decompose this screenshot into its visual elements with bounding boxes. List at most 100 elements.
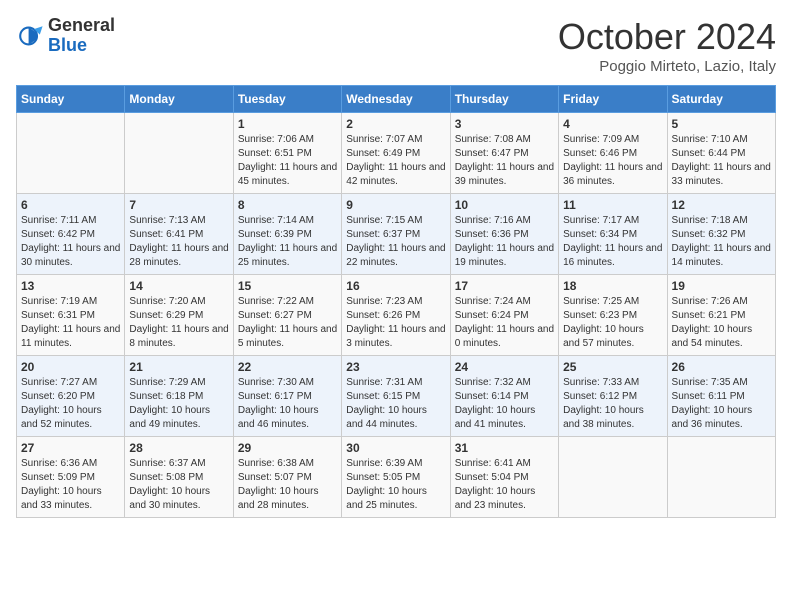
calendar-cell: 29 Sunrise: 6:38 AMSunset: 5:07 PMDayligh… [233,437,341,518]
day-info: Sunrise: 7:31 AMSunset: 6:15 PMDaylight:… [346,376,445,432]
day-info: Sunrise: 7:16 AMSunset: 6:36 PMDaylight:… [455,214,554,270]
day-number: 18 [563,279,662,293]
weekday-header: Monday [125,86,233,113]
day-info: Sunrise: 7:06 AMSunset: 6:51 PMDaylight:… [238,133,337,189]
calendar-header-row: SundayMondayTuesdayWednesdayThursdayFrid… [17,86,776,113]
calendar-cell: 1 Sunrise: 7:06 AMSunset: 6:51 PMDaylight… [233,113,341,194]
weekday-header: Wednesday [342,86,450,113]
calendar-cell: 28 Sunrise: 6:37 AMSunset: 5:08 PMDayligh… [125,437,233,518]
calendar-cell: 24 Sunrise: 7:32 AMSunset: 6:14 PMDayligh… [450,356,558,437]
day-number: 31 [455,441,554,455]
calendar-week-row: 27Sunrise: 6:36 AMSunset: 5:09 PMDayligh… [17,437,776,518]
day-info: Sunrise: 7:33 AMSunset: 6:12 PMDaylight:… [563,376,662,432]
logo: General Blue [16,16,115,56]
calendar-cell: 15 Sunrise: 7:22 AMSunset: 6:27 PMDayligh… [233,275,341,356]
day-number: 11 [563,198,662,212]
calendar-cell: 4 Sunrise: 7:09 AMSunset: 6:46 PMDaylight… [559,113,667,194]
day-number: 19 [672,279,771,293]
day-info: Sunrise: 6:37 AMSunset: 5:08 PMDaylight:… [129,457,228,513]
calendar-cell: 3 Sunrise: 7:08 AMSunset: 6:47 PMDaylight… [450,113,558,194]
page-header: General Blue October 2024 Poggio Mirteto… [16,16,776,75]
day-info: Sunrise: 6:38 AMSunset: 5:07 PMDaylight:… [238,457,337,513]
day-info: Sunrise: 7:18 AMSunset: 6:32 PMDaylight:… [672,214,771,270]
calendar-cell [667,437,775,518]
day-info: Sunrise: 7:26 AMSunset: 6:21 PMDaylight:… [672,295,771,351]
day-number: 26 [672,360,771,374]
calendar-cell: 2Sunrise: 7:07 AMSunset: 6:49 PMDaylight… [342,113,450,194]
day-number: 6 [21,198,120,212]
day-number: 8 [238,198,337,212]
day-info: Sunrise: 7:11 AMSunset: 6:42 PMDaylight:… [21,214,120,270]
day-number: 3 [455,117,554,131]
day-info: Sunrise: 7:23 AMSunset: 6:26 PMDaylight:… [346,295,445,351]
day-info: Sunrise: 7:27 AMSunset: 6:20 PMDaylight:… [21,376,120,432]
calendar-cell: 6 Sunrise: 7:11 AMSunset: 6:42 PMDaylight… [17,194,125,275]
calendar-week-row: 20 Sunrise: 7:27 AMSunset: 6:20 PMDayligh… [17,356,776,437]
calendar-cell: 13 Sunrise: 7:19 AMSunset: 6:31 PMDayligh… [17,275,125,356]
day-number: 15 [238,279,337,293]
calendar-cell: 17Sunrise: 7:24 AMSunset: 6:24 PMDayligh… [450,275,558,356]
calendar-week-row: 6 Sunrise: 7:11 AMSunset: 6:42 PMDaylight… [17,194,776,275]
calendar-cell: 9 Sunrise: 7:15 AMSunset: 6:37 PMDaylight… [342,194,450,275]
day-number: 14 [129,279,228,293]
day-number: 27 [21,441,120,455]
day-info: Sunrise: 7:32 AMSunset: 6:14 PMDaylight:… [455,376,554,432]
calendar-cell: 11 Sunrise: 7:17 AMSunset: 6:34 PMDayligh… [559,194,667,275]
day-number: 23 [346,360,445,374]
weekday-header: Saturday [667,86,775,113]
day-info: Sunrise: 7:22 AMSunset: 6:27 PMDaylight:… [238,295,337,351]
calendar-cell: 27Sunrise: 6:36 AMSunset: 5:09 PMDayligh… [17,437,125,518]
calendar-cell: 26 Sunrise: 7:35 AMSunset: 6:11 PMDayligh… [667,356,775,437]
calendar-cell: 30Sunrise: 6:39 AMSunset: 5:05 PMDayligh… [342,437,450,518]
calendar-cell: 12 Sunrise: 7:18 AMSunset: 6:32 PMDayligh… [667,194,775,275]
day-info: Sunrise: 7:35 AMSunset: 6:11 PMDaylight:… [672,376,771,432]
day-number: 16 [346,279,445,293]
day-info: Sunrise: 7:17 AMSunset: 6:34 PMDaylight:… [563,214,662,270]
calendar-cell [17,113,125,194]
day-number: 25 [563,360,662,374]
day-info: Sunrise: 7:30 AMSunset: 6:17 PMDaylight:… [238,376,337,432]
day-number: 21 [129,360,228,374]
day-number: 24 [455,360,554,374]
day-info: Sunrise: 7:08 AMSunset: 6:47 PMDaylight:… [455,133,554,189]
day-info: Sunrise: 7:13 AMSunset: 6:41 PMDaylight:… [129,214,228,270]
day-number: 29 [238,441,337,455]
calendar-cell: 20 Sunrise: 7:27 AMSunset: 6:20 PMDayligh… [17,356,125,437]
weekday-header: Thursday [450,86,558,113]
calendar-week-row: 1 Sunrise: 7:06 AMSunset: 6:51 PMDaylight… [17,113,776,194]
calendar-cell: 10 Sunrise: 7:16 AMSunset: 6:36 PMDayligh… [450,194,558,275]
day-number: 22 [238,360,337,374]
day-info: Sunrise: 7:29 AMSunset: 6:18 PMDaylight:… [129,376,228,432]
calendar-table: SundayMondayTuesdayWednesdayThursdayFrid… [16,85,776,518]
day-number: 5 [672,117,771,131]
calendar-cell: 23 Sunrise: 7:31 AMSunset: 6:15 PMDayligh… [342,356,450,437]
day-number: 13 [21,279,120,293]
day-number: 2 [346,117,445,131]
calendar-cell: 5 Sunrise: 7:10 AMSunset: 6:44 PMDaylight… [667,113,775,194]
calendar-cell: 16 Sunrise: 7:23 AMSunset: 6:26 PMDayligh… [342,275,450,356]
month-title: October 2024 [558,16,776,58]
day-number: 12 [672,198,771,212]
weekday-header: Friday [559,86,667,113]
calendar-cell: 21 Sunrise: 7:29 AMSunset: 6:18 PMDayligh… [125,356,233,437]
day-info: Sunrise: 6:39 AMSunset: 5:05 PMDaylight:… [346,457,445,513]
day-number: 28 [129,441,228,455]
day-number: 1 [238,117,337,131]
day-info: Sunrise: 7:19 AMSunset: 6:31 PMDaylight:… [21,295,120,351]
day-info: Sunrise: 7:10 AMSunset: 6:44 PMDaylight:… [672,133,771,189]
day-number: 20 [21,360,120,374]
location-subtitle: Poggio Mirteto, Lazio, Italy [558,58,776,75]
logo-text: General Blue [48,16,115,56]
title-block: October 2024 Poggio Mirteto, Lazio, Ital… [558,16,776,75]
logo-icon [16,22,44,50]
day-info: Sunrise: 7:25 AMSunset: 6:23 PMDaylight:… [563,295,662,351]
day-number: 4 [563,117,662,131]
day-info: Sunrise: 7:15 AMSunset: 6:37 PMDaylight:… [346,214,445,270]
day-number: 9 [346,198,445,212]
day-info: Sunrise: 7:14 AMSunset: 6:39 PMDaylight:… [238,214,337,270]
day-info: Sunrise: 7:09 AMSunset: 6:46 PMDaylight:… [563,133,662,189]
calendar-week-row: 13 Sunrise: 7:19 AMSunset: 6:31 PMDayligh… [17,275,776,356]
day-number: 10 [455,198,554,212]
logo-blue: Blue [48,35,87,55]
calendar-cell: 7Sunrise: 7:13 AMSunset: 6:41 PMDaylight… [125,194,233,275]
